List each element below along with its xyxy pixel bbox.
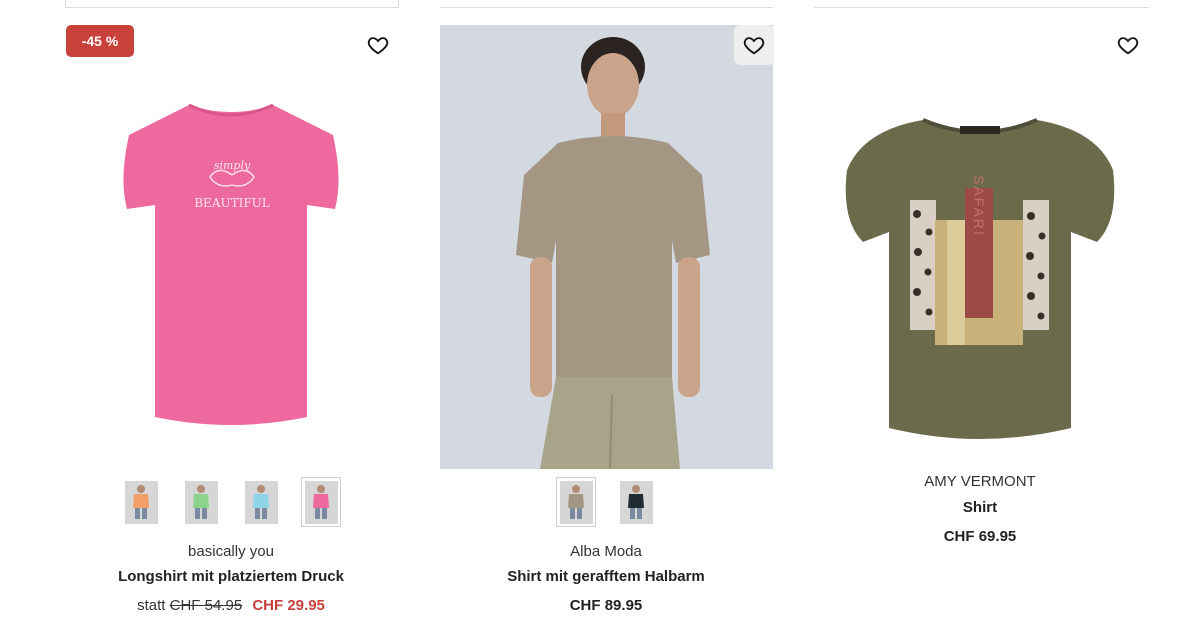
product-image[interactable] [440,25,773,469]
product-card[interactable]: Alba Moda Shirt mit gerafftem Halbarm CH… [438,22,774,630]
color-swatch[interactable] [616,477,656,527]
color-swatch[interactable] [301,477,341,527]
wishlist-heart-icon[interactable] [734,25,774,65]
product-card[interactable]: SAFARI AMY VERMONT Shirt CHF 69.95 [812,22,1148,630]
color-swatch[interactable] [121,477,161,527]
print-beautiful-text: BEAUTIFUL [194,196,270,210]
swatch-thumbnail [619,480,653,524]
print-safari-text: SAFARI [971,175,987,237]
product-brand: Alba Moda [570,543,642,560]
color-swatches [438,477,774,527]
regular-price: CHF 69.95 [943,528,1017,545]
discount-badge: -45 % [66,25,134,57]
wishlist-heart-icon[interactable] [1108,25,1148,65]
swatch-thumbnail [184,480,218,524]
previous-card-border [65,0,399,8]
product-title[interactable]: Shirt [812,499,1148,516]
sale-price: CHF 29.95 [252,597,325,614]
product-title[interactable]: Longshirt mit platziertem Druck [63,568,399,585]
wishlist-heart-icon[interactable] [358,25,398,65]
product-brand: basically you [188,543,274,560]
swatch-thumbnail [304,480,338,524]
old-price: CHF 54.95 [169,597,243,614]
product-brand: AMY VERMONT [924,473,1036,490]
color-swatch[interactable] [241,477,281,527]
product-price: CHF 69.95 [812,528,1148,545]
product-image[interactable]: SAFARI [812,92,1148,472]
previous-card-border [814,0,1149,8]
price-prefix: statt [137,597,166,614]
product-image[interactable]: simply BEAUTIFUL [63,62,399,472]
product-price: CHF 89.95 [438,597,774,614]
product-card[interactable]: -45 % simply BEAUTIFUL basically you Lon… [63,22,399,630]
previous-card-border [440,0,773,8]
swatch-thumbnail [124,480,158,524]
color-swatches [63,477,399,527]
swatch-thumbnail [559,480,593,524]
regular-price: CHF 89.95 [569,597,643,614]
product-title[interactable]: Shirt mit gerafftem Halbarm [438,568,774,585]
swatch-thumbnail [244,480,278,524]
product-price: statt CHF 54.95 CHF 29.95 [63,597,399,614]
color-swatch[interactable] [556,477,596,527]
color-swatch[interactable] [181,477,221,527]
